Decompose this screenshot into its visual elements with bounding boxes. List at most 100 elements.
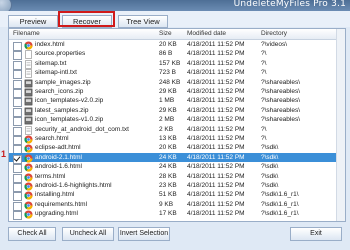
file-name: sitemap-intl.txt [35,69,77,77]
file-size: 1 MB [159,97,175,105]
file-size: 20 KB [159,144,177,152]
file-name: android-1.6-highlights.html [35,182,112,189]
file-directory: ?\ [261,50,267,58]
file-name: eclipse-adt.html [35,144,81,152]
chrome-icon [24,210,33,219]
file-name: source.properties [35,50,86,58]
file-name: latest_samples.zip [35,106,89,114]
file-row[interactable]: search.html 13 KB 4/18/2011 11:52 PM ?\ [9,134,345,145]
recover-highlight-box [58,11,115,27]
exit-button[interactable]: Exit [290,227,342,241]
file-row[interactable]: upgrading.html 17 KB 4/18/2011 11:52 PM ?\s… [9,209,345,221]
title-bar: UndeleteMyFiles Pro 3.1 [0,0,350,14]
row-checkbox[interactable] [13,211,22,221]
file-modified-date: 4/18/2011 11:52 PM [187,59,245,67]
file-modified-date: 4/18/2011 11:52 PM [187,50,245,58]
file-size: 2 MB [159,116,175,124]
file-directory: ?\sdk\ [261,153,279,161]
file-size: 2 KB [159,125,174,133]
file-row[interactable]: requirements.html 9 KB 4/18/2011 11:52 PM?… [9,200,345,211]
file-row[interactable]: sitemap-intl.txt 723 B 4/18/2011 11:52 PM?… [9,68,345,80]
file-directory: ?\shareables\ [261,106,301,114]
tree-view-button[interactable]: Tree View [118,15,168,28]
file-name: icon_templates-v1.0.zip [35,116,104,124]
file-size: 248 KB [159,78,181,86]
file-row[interactable]: sample_images.zip 248 KB 4/18/2011 11:52 P… [9,78,345,89]
file-directory: ?\ [261,135,267,142]
file-row[interactable]: terms.html 28 KB 4/18/2011 11:52 PM ?\sdk\ [9,172,345,183]
file-directory: ?\sdk\ [261,182,279,189]
file-modified-date: 4/18/2011 11:52 PM [187,144,245,152]
file-directory: ?\shareables\ [261,88,301,95]
check-all-button[interactable]: Check All [8,227,56,241]
file-modified-date: 4/18/2011 11:52 PM [187,106,245,114]
file-modified-date: 4/18/2011 11:52 PM [187,163,245,171]
file-modified-date: 4/18/2011 11:52 PM [187,182,245,189]
file-modified-date: 4/18/2011 11:52 PM [187,172,245,180]
file-directory: ?\shareables\ [261,97,301,105]
file-size: 51 KB [159,191,177,199]
file-directory: ?\sdk\1.6_r1\ [261,200,299,208]
file-row[interactable]: latest_samples.zip 29 KB 4/18/2011 11:52 P… [9,106,345,117]
file-name: security_at_android_dot_com.txt [35,125,129,133]
file-modified-date: 4/18/2011 11:52 PM [187,200,245,208]
file-modified-date: 4/18/2011 11:52 PM [187,97,245,105]
file-size: 29 KB [159,88,177,95]
file-modified-date: 4/18/2011 11:52 PM [187,125,245,133]
file-row[interactable]: source.properties 86 B 4/18/2011 11:52 PM?… [9,49,345,61]
file-size: 28 KB [159,172,177,180]
file-name: icon_templates-v2.0.zip [35,97,104,105]
file-size: 29 KB [159,106,177,114]
file-directory: ?\sdk\ [261,144,279,152]
file-modified-date: 4/18/2011 11:52 PM [187,116,245,124]
file-directory: ?\ [261,69,267,77]
file-size: 9 KB [159,200,174,208]
invert-selection-button[interactable]: Invert Selection [118,227,170,241]
file-size: 24 KB [159,153,177,161]
file-row[interactable]: security_at_android_dot_com.txt 2 KB 4/18/… [9,125,345,136]
file-row[interactable]: index.html 20 KB 4/18/2011 11:52 PM ?\video… [9,40,345,51]
bottom-bar: Check All Uncheck All Invert Selection E… [0,222,350,250]
file-row[interactable]: android-1.6.html 24 KB 4/18/2011 11:52 PM?… [9,162,345,174]
file-name: search.html [35,135,69,142]
file-row[interactable]: icon_templates-v1.0.zip 2 MB 4/18/2011 11:… [9,115,345,127]
file-modified-date: 4/18/2011 11:52 PM [187,210,245,218]
column-header: Filename Size Modified date Directory [9,29,345,40]
preview-button[interactable]: Preview [8,15,58,28]
file-directory: ?\sdk\ [261,163,279,171]
column-size[interactable]: Size [159,29,172,39]
file-directory: ?\shareables\ [261,116,301,124]
file-row[interactable]: android-1.6-highlights.html 23 KB 4/18/201… [9,181,345,192]
file-list: Filename Size Modified date Directory in… [8,28,346,222]
file-name: search_icons.zip [35,88,84,95]
file-directory: ?\ [261,59,267,67]
file-directory: ?\ [261,125,267,133]
file-modified-date: 4/18/2011 11:52 PM [187,69,245,77]
file-modified-date: 4/18/2011 11:52 PM [187,153,245,161]
file-name: sitemap.txt [35,59,67,67]
file-directory: ?\videos\ [261,41,288,48]
file-name: android-2.1.html [35,153,82,161]
file-row[interactable]: sitemap.txt 157 KB 4/18/2011 11:52 PM ?\ [9,59,345,70]
uncheck-all-button[interactable]: Uncheck All [62,227,114,241]
file-size: 13 KB [159,135,177,142]
column-modified-date[interactable]: Modified date [187,29,226,39]
app-title: UndeleteMyFiles Pro 3.1 [233,0,346,9]
file-row[interactable]: android-2.1.html 24 KB 4/18/2011 11:52 PM?… [9,152,345,164]
file-row[interactable]: search_icons.zip 29 KB 4/18/2011 11:52 PM?… [9,87,345,98]
file-name: terms.html [35,172,66,180]
column-directory[interactable]: Directory [261,29,287,39]
vertical-scrollbar[interactable] [336,29,345,221]
file-row[interactable]: eclipse-adt.html 20 KB 4/18/2011 11:52 PM?… [9,143,345,155]
step-1-callout: 1 [1,149,7,159]
file-modified-date: 4/18/2011 11:52 PM [187,78,245,86]
file-size: 24 KB [159,163,177,171]
file-row[interactable]: installing.html 51 KB 4/18/2011 11:52 PM ?\… [9,190,345,202]
file-modified-date: 4/18/2011 11:52 PM [187,135,245,142]
file-row[interactable]: icon_templates-v2.0.zip 1 MB 4/18/2011 11:… [9,96,345,108]
file-directory: ?\sdk\1.6_r1\ [261,191,299,199]
file-modified-date: 4/18/2011 11:52 PM [187,88,245,95]
file-size: 723 B [159,69,176,77]
file-size: 23 KB [159,182,177,189]
column-filename[interactable]: Filename [13,29,40,39]
